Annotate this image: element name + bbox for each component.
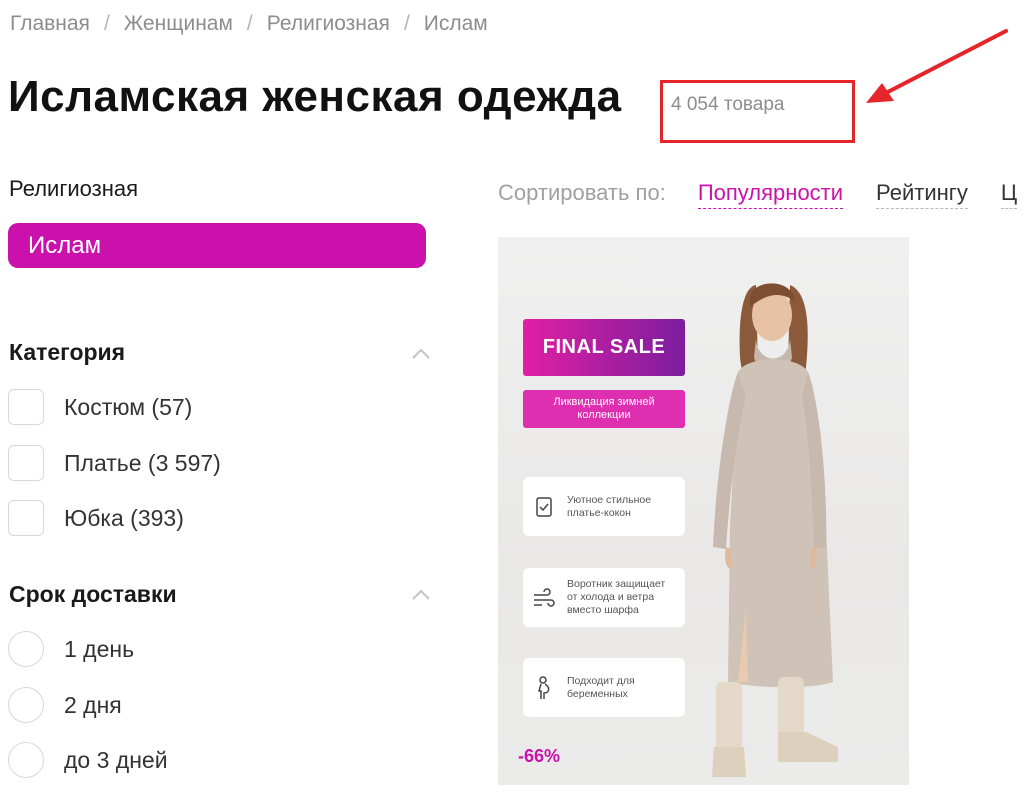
annotation-arrow-icon	[866, 29, 1008, 103]
feature-text: Подходит для беременных	[567, 674, 635, 700]
filter-delivery-heading: Срок доставки	[9, 581, 177, 607]
product-card[interactable]: FINAL SALE Ликвидация зимней коллекции У…	[498, 237, 909, 785]
checkbox[interactable]	[8, 445, 44, 481]
category-option-label: Костюм (57)	[64, 393, 193, 420]
page-title: Исламская женская одежда	[8, 72, 622, 121]
radio-button[interactable]	[8, 687, 44, 723]
radio-button[interactable]	[8, 631, 44, 667]
category-option-suit[interactable]: Костюм (57)	[8, 389, 192, 425]
breadcrumb-islam[interactable]: Ислам	[424, 12, 488, 36]
breadcrumb-separator: /	[246, 12, 253, 35]
delivery-option-label: 2 дня	[64, 691, 122, 718]
breadcrumb-women[interactable]: Женщинам	[124, 12, 233, 36]
breadcrumb-religious[interactable]: Религиозная	[267, 12, 390, 36]
product-count: 4 054 товара	[671, 94, 785, 115]
delivery-option-3-days[interactable]: до 3 дней	[8, 742, 168, 778]
pregnancy-icon	[538, 675, 550, 699]
feature-text: Уютное стильное платье-кокон	[567, 493, 652, 519]
sort-option-price[interactable]: Ц	[1000, 180, 1018, 209]
wind-icon	[534, 587, 555, 607]
sort-bar: Сортировать по: Популярности Рейтингу Ц	[498, 180, 1024, 214]
filter-religious-heading: Религиозная	[9, 176, 139, 201]
sale-subtitle: Ликвидация зимней коллекции	[523, 390, 685, 428]
sale-banner: FINAL SALE	[523, 319, 685, 376]
product-photo	[712, 283, 838, 777]
sort-option-popularity[interactable]: Популярности	[697, 180, 844, 209]
category-option-dress[interactable]: Платье (3 597)	[8, 445, 221, 481]
delivery-option-2-days[interactable]: 2 дня	[8, 687, 122, 723]
filter-chip-label: Ислам	[28, 231, 102, 259]
delivery-option-label: 1 день	[64, 635, 135, 662]
collapse-chevron-icon[interactable]	[411, 346, 431, 360]
feature-card: Подходит для беременных	[523, 658, 685, 717]
collapse-chevron-icon[interactable]	[411, 587, 431, 601]
delivery-option-1-day[interactable]: 1 день	[8, 631, 134, 667]
checklist-icon	[536, 496, 552, 517]
filter-category-heading: Категория	[9, 339, 126, 365]
discount-badge: -66%	[518, 746, 561, 766]
radio-button[interactable]	[8, 742, 44, 778]
checkbox[interactable]	[8, 389, 44, 425]
feature-card: Уютное стильное платье-кокон	[523, 477, 685, 536]
category-option-label: Платье (3 597)	[64, 449, 221, 476]
breadcrumb-separator: /	[403, 12, 410, 35]
checkbox[interactable]	[8, 500, 44, 536]
sort-option-rating[interactable]: Рейтингу	[876, 180, 968, 209]
delivery-option-label: до 3 дней	[64, 746, 168, 773]
category-option-label: Юбка (393)	[64, 504, 184, 531]
breadcrumb-home[interactable]: Главная	[10, 12, 90, 36]
sort-label: Сортировать по:	[498, 180, 666, 205]
feature-card: Воротник защищает от холода и ветра вмес…	[523, 568, 685, 627]
filter-chip-islam[interactable]: Ислам	[8, 223, 426, 268]
breadcrumb-separator: /	[103, 12, 110, 35]
category-option-skirt[interactable]: Юбка (393)	[8, 500, 184, 536]
breadcrumb: Главная / Женщинам / Религиозная / Ислам	[10, 10, 488, 38]
feature-text: Воротник защищает от холода и ветра вмес…	[567, 578, 666, 616]
